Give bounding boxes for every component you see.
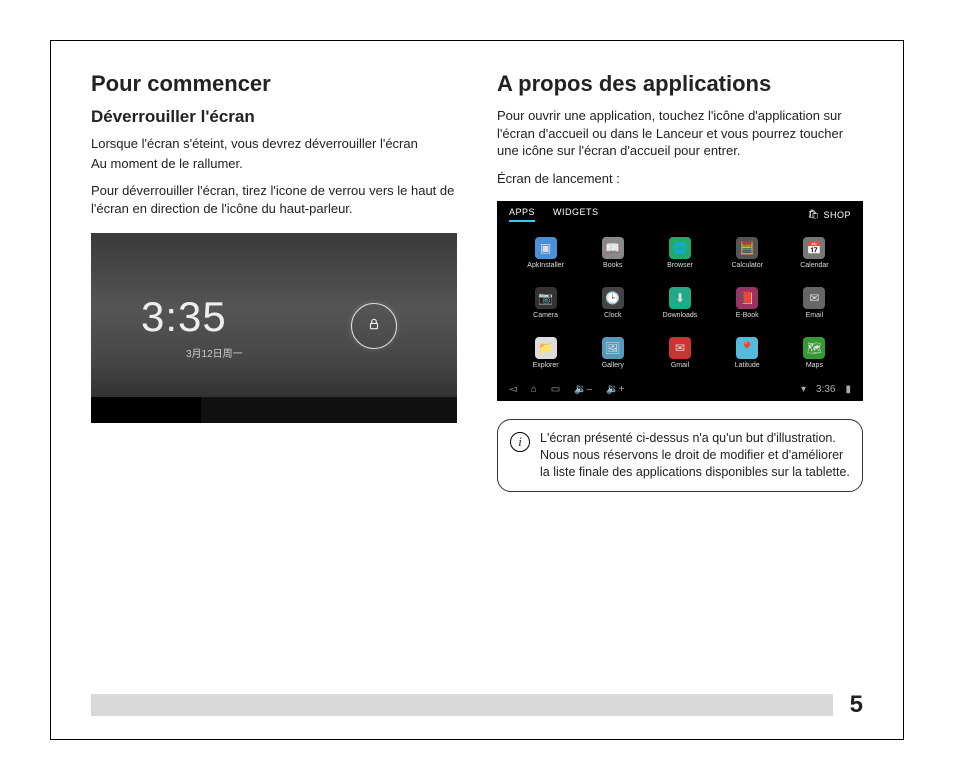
app-label: Calendar bbox=[800, 262, 828, 269]
app-e-book[interactable]: 📕 E-Book bbox=[717, 280, 778, 326]
app-icon: 📖 bbox=[602, 237, 624, 259]
app-explorer[interactable]: 📁 Explorer bbox=[515, 330, 576, 376]
app-calculator[interactable]: 🧮 Calculator bbox=[717, 230, 778, 276]
footer-bar bbox=[91, 694, 833, 716]
app-downloads[interactable]: ⬇ Downloads bbox=[649, 280, 710, 326]
lock-ring bbox=[351, 303, 397, 349]
shop-label: SHOP bbox=[823, 210, 851, 220]
app-label: Explorer bbox=[533, 362, 559, 369]
app-icon: ⬇ bbox=[669, 287, 691, 309]
app-clock[interactable]: 🕒 Clock bbox=[582, 280, 643, 326]
app-browser[interactable]: 🌐 Browser bbox=[649, 230, 710, 276]
right-column: A propos des applications Pour ouvrir un… bbox=[497, 71, 863, 669]
tab-widgets[interactable]: WIDGETS bbox=[553, 207, 599, 222]
lock-time: 3:35 bbox=[141, 293, 227, 341]
back-icon[interactable]: ◅ bbox=[509, 384, 517, 395]
recent-icon[interactable]: ▭ bbox=[551, 384, 560, 395]
page-frame: Pour commencer Déverrouiller l'écran Lor… bbox=[50, 40, 904, 740]
left-para-3: Pour déverrouiller l'écran, tirez l'icon… bbox=[91, 182, 457, 217]
app-icon: 🗺 bbox=[803, 337, 825, 359]
app-label: Calculator bbox=[731, 262, 763, 269]
battery-icon: ▮ bbox=[845, 384, 851, 395]
launcher-system-bar: ◅ ⌂ ▭ 🔉– 🔉+ ▾ 3:36 ▮ bbox=[509, 380, 851, 395]
app-icon: 🌐 bbox=[669, 237, 691, 259]
app-icon: ✉ bbox=[803, 287, 825, 309]
app-label: Gallery bbox=[602, 362, 624, 369]
note-text: L'écran présenté ci-dessus n'a qu'un but… bbox=[540, 430, 850, 481]
app-icon: ▣ bbox=[535, 237, 557, 259]
app-label: Maps bbox=[806, 362, 823, 369]
app-apkinstaller[interactable]: ▣ ApkInstaller bbox=[515, 230, 576, 276]
app-icon: 🧮 bbox=[736, 237, 758, 259]
page-footer: 5 bbox=[91, 691, 863, 719]
lock-date: 3月12日周一 bbox=[186, 345, 243, 360]
app-label: ApkInstaller bbox=[527, 262, 564, 269]
launcher-tabs: APPS WIDGETS bbox=[509, 207, 599, 222]
app-label: Camera bbox=[533, 312, 558, 319]
wifi-icon: ▾ bbox=[801, 384, 806, 395]
shop-link[interactable]: 🛍 SHOP bbox=[808, 209, 851, 220]
app-maps[interactable]: 🗺 Maps bbox=[784, 330, 845, 376]
app-latitude[interactable]: 📍 Latitude bbox=[717, 330, 778, 376]
launcher-screenshot: APPS WIDGETS 🛍 SHOP ▣ ApkInstaller 📖 Books 🌐… bbox=[497, 201, 863, 401]
lock-bottom-bar-dark bbox=[91, 397, 201, 423]
right-heading: A propos des applications bbox=[497, 71, 863, 97]
app-icon: 📅 bbox=[803, 237, 825, 259]
app-email[interactable]: ✉ Email bbox=[784, 280, 845, 326]
nav-buttons: ◅ ⌂ ▭ 🔉– 🔉+ bbox=[509, 384, 625, 395]
app-label: Email bbox=[806, 312, 824, 319]
app-label: E-Book bbox=[736, 312, 759, 319]
tab-apps[interactable]: APPS bbox=[509, 207, 535, 222]
app-icon: 🕒 bbox=[602, 287, 624, 309]
left-subheading: Déverrouiller l'écran bbox=[91, 107, 457, 127]
left-heading: Pour commencer bbox=[91, 71, 457, 97]
app-camera[interactable]: 📷 Camera bbox=[515, 280, 576, 326]
info-note: i L'écran présenté ci-dessus n'a qu'un b… bbox=[497, 419, 863, 492]
lock-screen-illustration: 3:35 3月12日周一 bbox=[91, 233, 457, 423]
status-time: 3:36 bbox=[816, 384, 835, 395]
left-para-2: Au moment de le rallumer. bbox=[91, 155, 457, 173]
two-columns: Pour commencer Déverrouiller l'écran Lor… bbox=[91, 71, 863, 669]
app-calendar[interactable]: 📅 Calendar bbox=[784, 230, 845, 276]
app-label: Books bbox=[603, 262, 622, 269]
app-label: Browser bbox=[667, 262, 693, 269]
status-area: ▾ 3:36 ▮ bbox=[801, 384, 851, 395]
home-icon[interactable]: ⌂ bbox=[531, 384, 537, 395]
info-icon: i bbox=[510, 432, 530, 452]
right-para-1: Pour ouvrir une application, touchez l'i… bbox=[497, 107, 863, 160]
launcher-top-bar: APPS WIDGETS 🛍 SHOP bbox=[509, 207, 851, 226]
left-para-1: Lorsque l'écran s'éteint, vous devrez dé… bbox=[91, 135, 457, 153]
app-icon: 📷 bbox=[535, 287, 557, 309]
app-gmail[interactable]: ✉ Gmail bbox=[649, 330, 710, 376]
app-label: Downloads bbox=[663, 312, 698, 319]
app-gallery[interactable]: 🖼 Gallery bbox=[582, 330, 643, 376]
manual-page: Pour commencer Déverrouiller l'écran Lor… bbox=[0, 0, 954, 764]
vol-up-icon[interactable]: 🔉+ bbox=[606, 384, 624, 395]
app-books[interactable]: 📖 Books bbox=[582, 230, 643, 276]
app-grid: ▣ ApkInstaller 📖 Books 🌐 Browser 🧮 Calculator 📅 C… bbox=[509, 226, 851, 380]
page-number: 5 bbox=[845, 691, 863, 719]
launch-label: Écran de lancement : bbox=[497, 170, 863, 188]
app-icon: 📁 bbox=[535, 337, 557, 359]
app-icon: ✉ bbox=[669, 337, 691, 359]
app-icon: 🖼 bbox=[602, 337, 624, 359]
app-label: Latitude bbox=[735, 362, 760, 369]
app-icon: 📕 bbox=[736, 287, 758, 309]
vol-down-icon[interactable]: 🔉– bbox=[574, 384, 592, 395]
shop-icon: 🛍 bbox=[808, 209, 820, 220]
app-label: Gmail bbox=[671, 362, 689, 369]
app-icon: 📍 bbox=[736, 337, 758, 359]
lock-icon bbox=[367, 317, 381, 336]
app-label: Clock bbox=[604, 312, 622, 319]
left-column: Pour commencer Déverrouiller l'écran Lor… bbox=[91, 71, 457, 669]
